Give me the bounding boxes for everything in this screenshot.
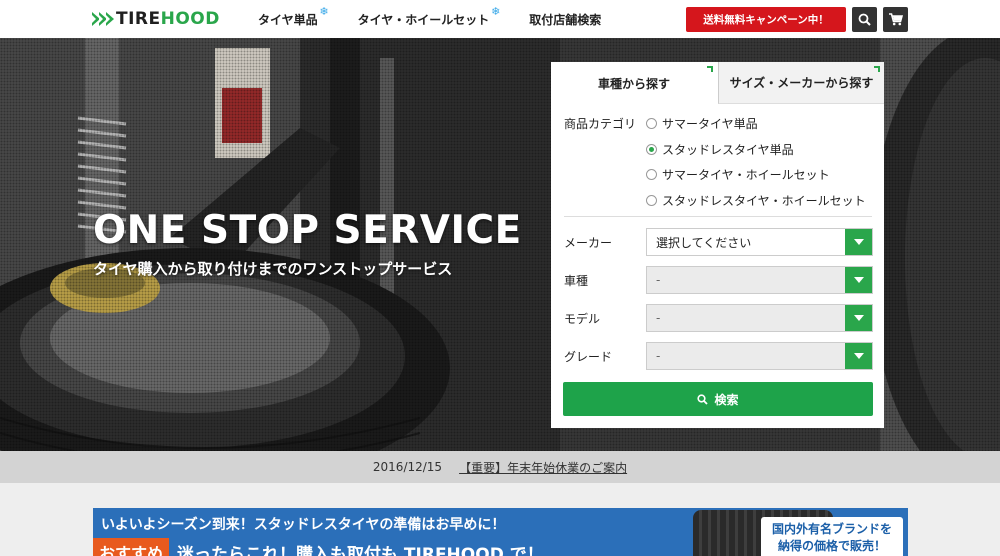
- header-cart-button[interactable]: [883, 7, 908, 32]
- tab-search-by-car[interactable]: 車種から探す: [551, 62, 717, 104]
- header-search-button[interactable]: [852, 7, 877, 32]
- hero-subtitle: タイヤ購入から取り付けまでのワンストップサービス: [93, 260, 453, 278]
- news-date: 2016/12/15: [372, 460, 443, 474]
- search-submit-label: 検索: [714, 392, 739, 407]
- search-icon: [858, 13, 871, 26]
- panel-divider: [564, 216, 872, 217]
- banner-brand-text-2: 納得の価格で販売！: [777, 539, 886, 553]
- chevron-down-icon[interactable]: [845, 343, 872, 369]
- tab-search-by-car-label: 車種から探す: [597, 76, 670, 91]
- search-panel: 車種から探す サイズ・メーカーから探す 商品カテゴリ サマータイヤ単品 スタッド…: [551, 62, 884, 428]
- banner-recommend-tag: おすすめ: [93, 538, 170, 556]
- grade-select-value: -: [656, 349, 661, 363]
- logo-text-hood: HOOD: [160, 9, 220, 29]
- logo-text-tire: TIRE: [116, 9, 161, 29]
- car-type-label: 車種: [564, 274, 589, 288]
- maker-select-value: 選択してください: [656, 235, 752, 250]
- search-submit-button[interactable]: 検索: [563, 382, 873, 416]
- news-link[interactable]: 【重要】年末年始休業のご案内: [459, 459, 627, 476]
- nav-store-search-label: 取付店舗検索: [529, 12, 602, 27]
- hero-title: ONE STOP SERVICE: [93, 208, 522, 253]
- banner-brand-box: 国内外有名ブランドを 納得の価格で販売！: [761, 517, 903, 556]
- chevron-down-icon[interactable]: [845, 267, 872, 293]
- snowflake-icon: ❄: [319, 4, 329, 18]
- banner-brand-text-1: 国内外有名ブランドを: [771, 522, 892, 536]
- tab-search-by-size[interactable]: サイズ・メーカーから探す: [718, 62, 884, 104]
- radio-button[interactable]: [646, 195, 657, 206]
- grade-select[interactable]: -: [646, 342, 873, 370]
- logo-chevron-icon: [92, 12, 114, 26]
- nav-tire-single[interactable]: タイヤ単品 ❄: [258, 5, 329, 28]
- banner-headline: いよいよシーズン到来！スタッドレスタイヤの準備はお早めに！: [101, 517, 506, 533]
- maker-label: メーカー: [564, 236, 613, 250]
- nav-store-search[interactable]: 取付店舗検索: [529, 11, 601, 28]
- banner-line2: 迷ったらこれ！購入も取付も TIREHOOD で！: [177, 544, 544, 556]
- corner-mark-icon: [874, 66, 880, 72]
- radio-button-selected[interactable]: [646, 144, 657, 155]
- nav-tire-single-label: タイヤ単品: [258, 12, 318, 27]
- hero-section: ONE STOP SERVICE タイヤ購入から取り付けまでのワンストップサービ…: [0, 38, 1000, 451]
- category-label: 商品カテゴリ: [564, 117, 637, 131]
- nav-tire-wheel-set-label: タイヤ・ホイールセット: [357, 12, 490, 27]
- search-icon: [697, 393, 709, 405]
- site-logo[interactable]: TIREHOOD: [92, 8, 220, 30]
- news-bar: 2016/12/15 【重要】年末年始休業のご案内: [0, 451, 1000, 483]
- free-shipping-campaign-button[interactable]: 送料無料キャンペーン中！: [686, 7, 846, 32]
- maker-select[interactable]: 選択してください: [646, 228, 873, 256]
- main-nav: タイヤ単品 ❄ タイヤ・ホイールセット ❄ 取付店舗検索: [258, 0, 601, 38]
- car-type-select[interactable]: -: [646, 266, 873, 294]
- radio-summer-set-label: サマータイヤ・ホイールセット: [662, 168, 830, 182]
- radio-studless-set[interactable]: スタッドレスタイヤ・ホイールセット: [646, 192, 866, 209]
- tab-search-by-size-label: サイズ・メーカーから探す: [729, 76, 874, 90]
- car-type-select-value: -: [656, 273, 661, 287]
- model-label: モデル: [564, 312, 601, 326]
- banner-subline: おすすめ 迷ったらこれ！購入も取付も TIREHOOD で！: [93, 538, 544, 556]
- chevron-down-icon[interactable]: [845, 229, 872, 255]
- model-select-value: -: [656, 311, 661, 325]
- nav-tire-wheel-set[interactable]: タイヤ・ホイールセット ❄: [357, 5, 501, 28]
- radio-studless-set-label: スタッドレスタイヤ・ホイールセット: [662, 194, 866, 208]
- corner-mark-icon: [707, 66, 713, 72]
- model-select[interactable]: -: [646, 304, 873, 332]
- radio-summer-tire[interactable]: サマータイヤ単品: [646, 115, 758, 132]
- site-header: TIREHOOD タイヤ単品 ❄ タイヤ・ホイールセット ❄ 取付店舗検索 送料…: [0, 0, 1000, 38]
- promo-banner[interactable]: いよいよシーズン到来！スタッドレスタイヤの準備はお早めに！ おすすめ 迷ったらこ…: [93, 508, 908, 556]
- radio-studless-tire[interactable]: スタッドレスタイヤ単品: [646, 141, 794, 158]
- grade-label: グレード: [564, 350, 613, 364]
- snowflake-icon: ❄: [491, 4, 501, 18]
- radio-button[interactable]: [646, 118, 657, 129]
- search-tabs: 車種から探す サイズ・メーカーから探す: [551, 62, 884, 104]
- radio-button[interactable]: [646, 169, 657, 180]
- radio-summer-tire-label: サマータイヤ単品: [662, 117, 758, 131]
- cart-icon: [888, 13, 903, 26]
- radio-studless-tire-label: スタッドレスタイヤ単品: [662, 143, 794, 157]
- radio-summer-set[interactable]: サマータイヤ・ホイールセット: [646, 166, 830, 183]
- chevron-down-icon[interactable]: [845, 305, 872, 331]
